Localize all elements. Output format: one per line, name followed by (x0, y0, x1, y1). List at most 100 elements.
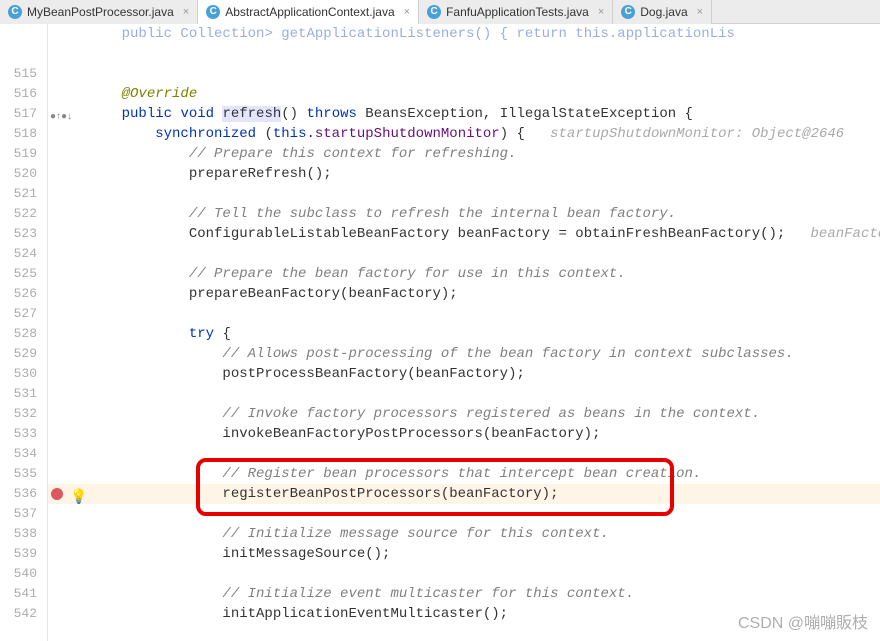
line-number: 515 (0, 64, 37, 84)
marker-cell (48, 404, 88, 424)
editor-tabs: C MyBeanPostProcessor.java × C AbstractA… (0, 0, 880, 24)
tab-3[interactable]: C Dog.java × (613, 0, 712, 24)
line-number (0, 44, 37, 64)
tab-0[interactable]: C MyBeanPostProcessor.java × (0, 0, 198, 24)
marker-cell (48, 44, 88, 64)
code-line: invokeBeanFactoryPostProcessors(beanFact… (88, 424, 600, 444)
intention-bulb-icon[interactable]: 💡 (70, 486, 84, 500)
code-line: initMessageSource(); (88, 544, 390, 564)
line-number: 523 (0, 224, 37, 244)
watermark: CSDN @嘣嘣販枝 (738, 609, 868, 633)
code-line: postProcessBeanFactory(beanFactory); (88, 364, 525, 384)
line-number-gutter[interactable]: 5155165175185195205215225235245255265275… (0, 24, 48, 641)
java-class-icon: C (206, 5, 220, 19)
marker-cell (48, 324, 88, 344)
marker-cell (48, 164, 88, 184)
line-number: 539 (0, 544, 37, 564)
code-line: // Initialize event multicaster for this… (88, 584, 634, 604)
code-line: @Override (88, 84, 197, 104)
marker-cell (48, 464, 88, 484)
tab-1[interactable]: C AbstractApplicationContext.java × (198, 0, 419, 24)
code-line: ConfigurableListableBeanFactory beanFact… (88, 224, 880, 244)
line-number: 528 (0, 324, 37, 344)
line-number: 536 (0, 484, 37, 504)
tab-label: AbstractApplicationContext.java (225, 5, 394, 19)
marker-cell (48, 344, 88, 364)
close-icon[interactable]: × (697, 6, 703, 18)
marker-cell (48, 424, 88, 444)
close-icon[interactable]: × (404, 6, 410, 18)
code-line: // Prepare the bean factory for use in t… (88, 264, 626, 284)
marker-cell (48, 144, 88, 164)
marker-cell (48, 64, 88, 84)
tab-label: Dog.java (640, 5, 687, 19)
tab-label: FanfuApplicationTests.java (446, 5, 589, 19)
code-line: prepareBeanFactory(beanFactory); (88, 284, 458, 304)
code-line: // Allows post-processing of the bean fa… (88, 344, 794, 364)
code-line: // Invoke factory processors registered … (88, 404, 760, 424)
code-area[interactable]: public Collection> getApplicationListene… (88, 24, 880, 641)
line-number: 531 (0, 384, 37, 404)
line-number: 524 (0, 244, 37, 264)
line-number: 529 (0, 344, 37, 364)
marker-cell (48, 504, 88, 524)
line-number: 522 (0, 204, 37, 224)
line-number: 532 (0, 404, 37, 424)
code-line: // Register bean processors that interce… (88, 464, 701, 484)
line-number: 530 (0, 364, 37, 384)
marker-cell (48, 124, 88, 144)
marker-cell (48, 184, 88, 204)
line-number: 538 (0, 524, 37, 544)
marker-cell (48, 444, 88, 464)
marker-cell (48, 364, 88, 384)
line-number: 527 (0, 304, 37, 324)
marker-cell (48, 564, 88, 584)
close-icon[interactable]: × (183, 6, 189, 18)
marker-cell: ●↑●↓ (48, 104, 88, 124)
marker-cell: 💡 (48, 484, 88, 504)
marker-cell (48, 264, 88, 284)
tab-2[interactable]: C FanfuApplicationTests.java × (419, 0, 613, 24)
code-line: try { (88, 324, 231, 344)
code-line: public void refresh() throws BeansExcept… (88, 104, 693, 124)
java-class-icon: C (8, 5, 22, 19)
marker-cell (48, 304, 88, 324)
marker-cell (48, 544, 88, 564)
line-number: 520 (0, 164, 37, 184)
line-number: 518 (0, 124, 37, 144)
marker-cell (48, 584, 88, 604)
line-number: 533 (0, 424, 37, 444)
marker-cell (48, 244, 88, 264)
line-number: 541 (0, 584, 37, 604)
code-line: // Initialize message source for this co… (88, 524, 609, 544)
line-number: 542 (0, 604, 37, 624)
line-number: 519 (0, 144, 37, 164)
marker-cell (48, 384, 88, 404)
marker-cell (48, 604, 88, 624)
code-line: // Tell the subclass to refresh the inte… (88, 204, 676, 224)
line-number: 525 (0, 264, 37, 284)
marker-column[interactable]: ●↑●↓ 💡 (48, 24, 88, 641)
line-number: 521 (0, 184, 37, 204)
java-class-icon: C (621, 5, 635, 19)
editor[interactable]: 5155165175185195205215225235245255265275… (0, 24, 880, 641)
breakpoint-icon[interactable] (51, 488, 63, 500)
marker-cell (48, 204, 88, 224)
marker-cell (48, 224, 88, 244)
line-number: 535 (0, 464, 37, 484)
close-icon[interactable]: × (598, 6, 604, 18)
code-line: initApplicationEventMulticaster(); (88, 604, 508, 624)
code-line: registerBeanPostProcessors(beanFactory); (88, 484, 558, 504)
line-number (0, 24, 37, 44)
line-number: 526 (0, 284, 37, 304)
tab-label: MyBeanPostProcessor.java (27, 5, 174, 19)
marker-cell (48, 24, 88, 44)
code-line: prepareRefresh(); (88, 164, 332, 184)
line-number: 516 (0, 84, 37, 104)
code-line: // Prepare this context for refreshing. (88, 144, 516, 164)
code-line: public Collection> getApplicationListene… (88, 24, 735, 44)
line-number: 537 (0, 504, 37, 524)
line-number: 534 (0, 444, 37, 464)
line-number: 540 (0, 564, 37, 584)
line-number: 517 (0, 104, 37, 124)
